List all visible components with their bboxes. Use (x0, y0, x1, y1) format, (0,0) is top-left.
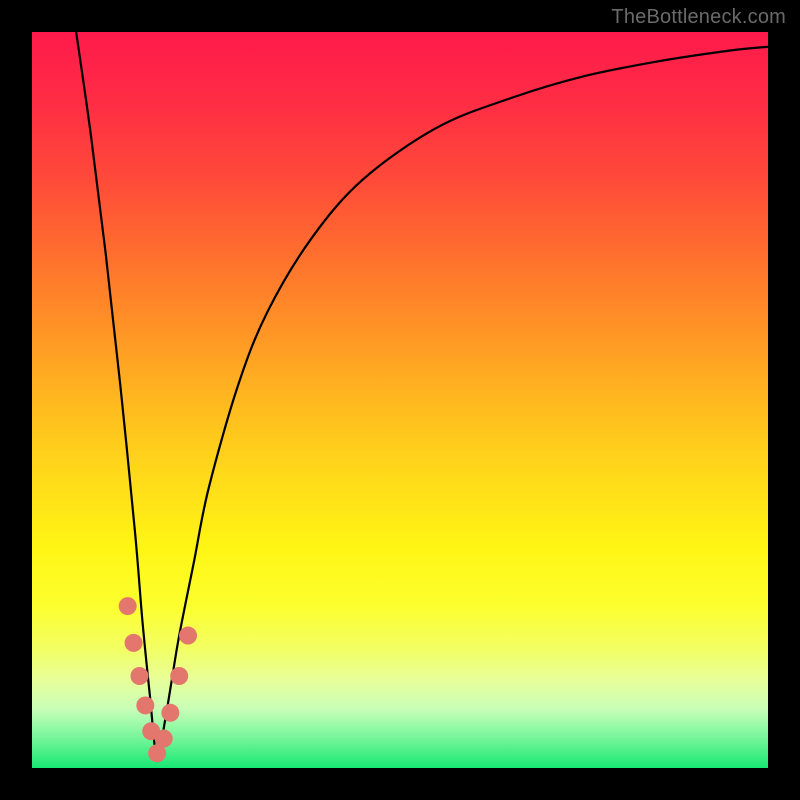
bottleneck-curve (76, 32, 768, 761)
marker-dot (125, 634, 143, 652)
chart-frame: TheBottleneck.com (0, 0, 800, 800)
plot-area (32, 32, 768, 768)
marker-dot (161, 704, 179, 722)
bottleneck-curve-svg (32, 32, 768, 768)
marker-dot (155, 730, 173, 748)
watermark-text: TheBottleneck.com (611, 6, 786, 29)
marker-dot (170, 667, 188, 685)
marker-dot (119, 597, 137, 615)
marker-dot (179, 627, 197, 645)
highlighted-dots (119, 597, 197, 762)
marker-dot (136, 696, 154, 714)
marker-dot (130, 667, 148, 685)
